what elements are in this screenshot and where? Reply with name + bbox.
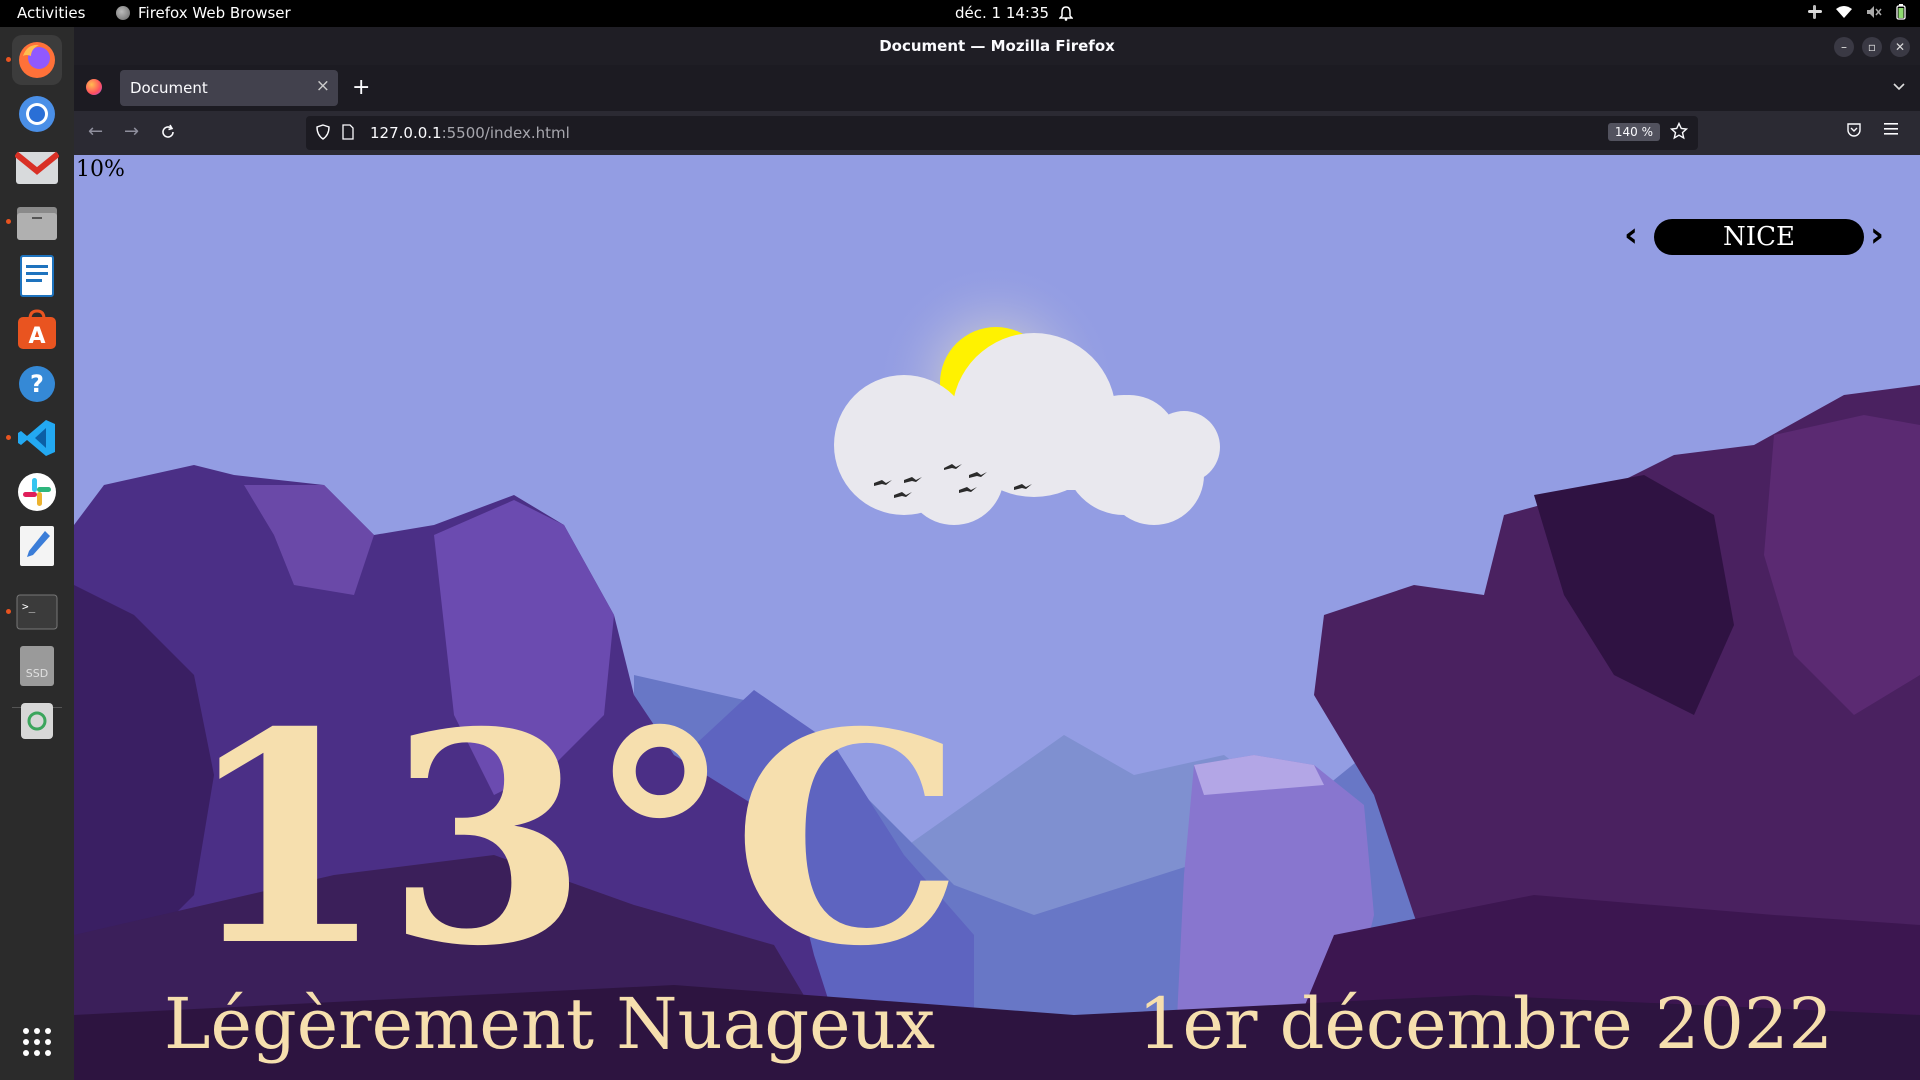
url-bar[interactable]: 127.0.0.1:5500/index.html 140 % — [306, 116, 1698, 150]
dock-chromium[interactable] — [12, 89, 62, 139]
dock-ssd[interactable]: SSD — [12, 641, 62, 691]
dock-vscode[interactable] — [6, 413, 62, 463]
url-text[interactable]: 127.0.0.1:5500/index.html — [370, 124, 570, 142]
dock-help[interactable]: ? — [12, 359, 62, 409]
close-window-button[interactable]: ✕ — [1890, 37, 1910, 57]
firefox-mini-icon — [116, 6, 130, 20]
gmail-icon — [15, 151, 59, 184]
running-indicator — [6, 219, 11, 224]
ssd-icon: SSD — [20, 646, 54, 686]
system-tray[interactable] — [1808, 4, 1906, 20]
next-city-icon[interactable]: › — [1870, 215, 1884, 255]
chromium-icon — [19, 96, 55, 132]
minimize-button[interactable]: – — [1834, 37, 1854, 57]
temperature: 13°C — [184, 670, 964, 1010]
window-titlebar[interactable]: Document — Mozilla Firefox – ▫ ✕ — [74, 27, 1920, 65]
star-icon[interactable] — [1670, 122, 1688, 140]
dock-writer[interactable] — [12, 251, 62, 301]
current-date: 1er décembre 2022 — [1138, 983, 1834, 1065]
dock-text-editor[interactable] — [12, 521, 62, 571]
page-icon[interactable] — [342, 124, 354, 140]
percent-text: 10% — [76, 157, 125, 182]
dock: A ? >_ SSD — [0, 27, 75, 1080]
app-menu-label: Firefox Web Browser — [138, 4, 291, 22]
activities-button[interactable]: Activities — [17, 4, 85, 22]
battery-icon — [1896, 4, 1906, 20]
running-indicator — [6, 57, 11, 62]
navigation-toolbar: ← → 127.0.0.1:5500/index.html 140 % — [74, 111, 1920, 155]
pocket-icon[interactable] — [1846, 122, 1862, 138]
window-title: Document — Mozilla Firefox — [879, 37, 1115, 55]
vscode-icon — [18, 420, 55, 456]
dock-app-grid[interactable] — [12, 1017, 62, 1067]
back-arrow-icon[interactable]: ← — [88, 121, 103, 142]
firefox-icon — [19, 42, 55, 78]
chevron-down-icon[interactable] — [1892, 79, 1906, 93]
tab-document[interactable]: Document × — [120, 70, 338, 106]
software-store-icon: A — [18, 309, 56, 349]
app-menu[interactable]: Firefox Web Browser — [116, 4, 291, 22]
running-indicator — [6, 435, 11, 440]
dock-trash[interactable] — [12, 695, 62, 745]
wifi-icon — [1836, 6, 1852, 18]
svg-text:?: ? — [30, 370, 44, 398]
dock-slack[interactable] — [12, 467, 62, 517]
city-selector: ‹ NICE › — [1624, 215, 1884, 255]
hamburger-menu-icon[interactable] — [1884, 122, 1900, 136]
svg-text:SSD: SSD — [26, 667, 48, 680]
running-indicator — [6, 609, 11, 614]
bell-icon — [1059, 5, 1074, 21]
dock-gmail[interactable] — [12, 143, 62, 193]
slack-tray-icon — [1808, 5, 1822, 19]
new-tab-button[interactable]: + — [352, 75, 370, 100]
writer-icon — [20, 255, 54, 297]
reload-icon[interactable] — [160, 124, 176, 140]
shield-icon[interactable] — [316, 124, 330, 140]
city-name: NICE — [1654, 219, 1864, 255]
svg-text:>_: >_ — [22, 600, 36, 613]
system-top-bar: Activities Firefox Web Browser déc. 1 14… — [0, 0, 1920, 27]
tab-label: Document — [130, 79, 208, 97]
dock-terminal[interactable]: >_ — [6, 587, 62, 637]
url-path: :5500/index.html — [441, 124, 570, 142]
help-icon: ? — [19, 366, 55, 402]
app-grid-icon — [23, 1028, 51, 1056]
firefox-window: Document — Mozilla Firefox – ▫ ✕ Documen… — [74, 27, 1920, 1080]
svg-text:A: A — [28, 324, 45, 349]
slack-icon — [18, 473, 56, 511]
volume-muted-icon — [1867, 6, 1882, 18]
trash-icon — [21, 703, 53, 739]
url-host: 127.0.0.1 — [370, 124, 442, 142]
terminal-icon: >_ — [16, 594, 58, 630]
forward-arrow-icon[interactable]: → — [124, 121, 139, 142]
previous-city-icon[interactable]: ‹ — [1624, 215, 1638, 255]
dock-firefox[interactable] — [6, 35, 62, 85]
firefox-view-icon[interactable] — [86, 79, 102, 95]
zoom-indicator[interactable]: 140 % — [1607, 123, 1660, 141]
tab-bar: Document × + — [74, 65, 1920, 111]
dock-files[interactable] — [6, 197, 62, 247]
files-icon — [17, 207, 57, 240]
page-content: 10% ‹ NICE › 13°C Légèrement Nuageux 1er… — [74, 155, 1920, 1080]
tab-close-icon[interactable]: × — [316, 76, 330, 96]
clock-label: déc. 1 14:35 — [955, 4, 1050, 22]
weather-condition: Légèrement Nuageux — [164, 983, 936, 1065]
maximize-button[interactable]: ▫ — [1862, 37, 1882, 57]
clock[interactable]: déc. 1 14:35 — [955, 4, 1074, 22]
dock-software[interactable]: A — [12, 305, 62, 355]
text-editor-icon — [20, 526, 54, 566]
